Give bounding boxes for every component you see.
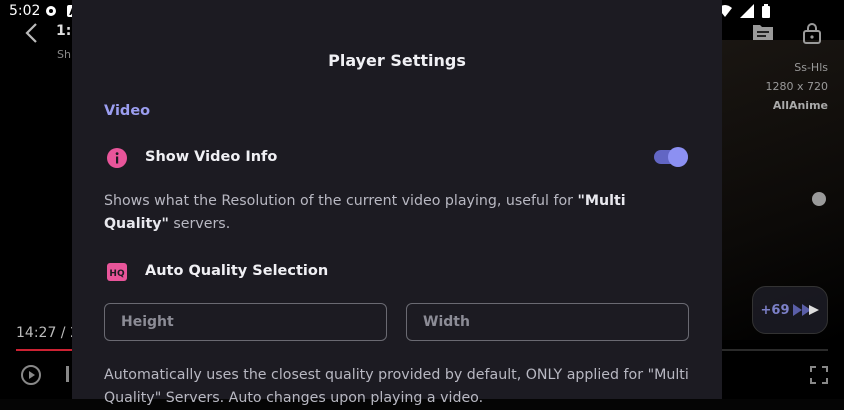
show-video-info-description: Shows what the Resolution of the current… (104, 190, 694, 236)
skip-label: +69 (760, 302, 790, 318)
video-info-overlay: Ss-Hls 1280 x 720 AllAnime (766, 58, 829, 115)
show-video-info-label: Show Video Info (145, 149, 278, 165)
settings-gear-icon (46, 6, 56, 16)
info-icon (107, 148, 127, 168)
seek-bar-played (16, 349, 73, 351)
section-label-video: Video (104, 103, 151, 119)
fullscreen-icon[interactable] (810, 366, 828, 384)
lock-icon[interactable] (802, 22, 822, 44)
play-icon[interactable] (20, 364, 42, 386)
height-input[interactable] (105, 304, 386, 340)
desc-text-end: servers. (168, 216, 231, 232)
back-arrow-icon[interactable] (22, 22, 42, 44)
svg-text:HQ: HQ (109, 269, 125, 279)
auto-quality-description: Automatically uses the closest quality p… (104, 367, 689, 406)
brand-text: AllAnime (772, 99, 828, 112)
signal-icon (740, 4, 754, 18)
resolution-text: 1280 x 720 (765, 80, 829, 93)
sheet-title: Player Settings (328, 51, 466, 70)
auto-quality-label: Auto Quality Selection (145, 263, 329, 279)
current-time: 14:27 / 2 (16, 325, 79, 341)
hq-icon: HQ (107, 263, 127, 281)
fast-forward-icon (793, 304, 820, 316)
brightness-handle[interactable] (812, 192, 826, 206)
episode-subtitle: Sh (57, 48, 71, 61)
episode-title: 1: (56, 23, 72, 39)
toggle-thumb (668, 147, 688, 167)
height-field (104, 303, 387, 341)
player-settings-sheet: Player Settings Video Show Video Info Sh… (72, 0, 722, 406)
status-time: 5:02 (9, 3, 41, 19)
show-video-info-toggle[interactable] (654, 147, 688, 167)
width-input[interactable] (407, 304, 688, 340)
source-folder-icon[interactable] (752, 22, 774, 42)
width-field (406, 303, 689, 341)
battery-icon (762, 4, 770, 18)
skip-forward-button[interactable]: +69 (752, 286, 828, 334)
desc-text: Shows what the Resolution of the current… (104, 193, 578, 209)
server-name: Ss-Hls (794, 61, 828, 74)
